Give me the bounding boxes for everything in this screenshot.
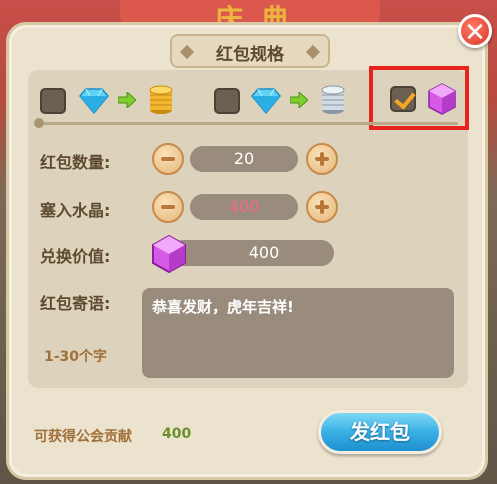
crystal-label: 塞入水晶:: [40, 201, 111, 220]
highlight-box: [369, 66, 469, 130]
count-value[interactable]: 20: [190, 146, 298, 172]
close-button[interactable]: ✕: [458, 14, 492, 48]
blue-diamond-icon: [251, 88, 281, 115]
contribution-label: 可获得公会贡献: [34, 429, 132, 445]
slider-knob[interactable]: [34, 118, 44, 128]
crystal-decrease-button[interactable]: [152, 191, 184, 223]
blue-diamond-icon: [79, 88, 109, 115]
send-red-packet-button[interactable]: 发红包: [318, 410, 442, 454]
message-length-hint: 1-30个字: [44, 349, 108, 365]
count-label: 红包数量:: [40, 153, 111, 172]
exchange-label: 兑换价值:: [40, 247, 111, 266]
gold-coin-stack-icon: [149, 85, 173, 114]
option-slider[interactable]: [34, 118, 458, 128]
arrow-right-icon: [118, 92, 136, 108]
silver-coin-stack-icon: [321, 85, 345, 114]
option-checkbox-gold[interactable]: [40, 88, 66, 114]
dialog-title-box: 红包规格: [170, 34, 330, 68]
exchange-value: 400: [170, 240, 334, 266]
crystal-increase-button[interactable]: [306, 191, 338, 223]
purple-crystal-icon: [152, 234, 186, 274]
crystal-value[interactable]: 400: [190, 194, 298, 220]
arrow-right-icon: [290, 92, 308, 108]
contribution-value: 400: [162, 426, 192, 442]
message-textarea[interactable]: 恭喜发财，虎年吉祥!: [142, 288, 454, 378]
count-decrease-button[interactable]: [152, 143, 184, 175]
dialog-title: 红包规格: [216, 45, 284, 65]
message-label: 红包寄语:: [40, 294, 111, 313]
option-checkbox-silver[interactable]: [214, 88, 240, 114]
count-increase-button[interactable]: [306, 143, 338, 175]
